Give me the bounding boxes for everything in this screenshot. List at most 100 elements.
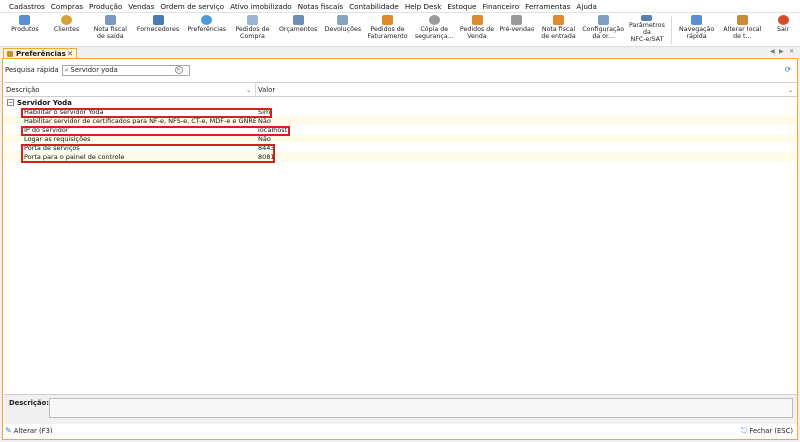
footer-bar: ✎ Alterar (F3) ⎋ Fechar (ESC)	[3, 422, 797, 439]
row-value[interactable]: localhost	[256, 126, 797, 134]
menu-ordem-servico[interactable]: Ordem de serviço	[157, 2, 227, 11]
toolbar-produtos-button[interactable]: Produtos	[4, 13, 46, 47]
menu-ativo-imobilizado[interactable]: Ativo imobilizado	[227, 2, 295, 11]
location-icon	[736, 15, 748, 25]
column-header-descricao[interactable]: Descrição ⌄	[4, 83, 256, 97]
menu-contabilidade[interactable]: Contabilidade	[346, 2, 402, 11]
toolbar-preferencias-button[interactable]: Preferências	[183, 13, 231, 47]
tab-preferencias-label: Preferências	[16, 49, 66, 58]
menu-producao[interactable]: Produção	[86, 2, 125, 11]
table-row[interactable]: Porta de serviços 8443	[4, 143, 797, 152]
row-value[interactable]: Sim	[256, 108, 797, 116]
menu-bar: Cadastros Compras Produção Vendas Ordem …	[0, 0, 800, 13]
table-row[interactable]: Habilitar o servidor Yoda Sim	[4, 107, 797, 116]
quick-search-input[interactable]	[70, 65, 171, 75]
cart-icon	[511, 15, 523, 25]
toolbar-pedidos-venda-label: Pedidos de Venda	[459, 26, 495, 40]
row-description: Habilitar o servidor Yoda	[24, 107, 104, 116]
pencil-icon: ✎	[5, 426, 12, 435]
toolbar-navegacao-button[interactable]: Navegação rápida	[675, 13, 719, 47]
table-row[interactable]: Habilitar servidor de certificados para …	[4, 116, 797, 125]
toolbar-pre-vendas-button[interactable]: Pré-vendas	[497, 13, 537, 47]
menu-vendas[interactable]: Vendas	[125, 2, 157, 11]
sales-order-icon	[471, 15, 483, 25]
toolbar-devolucoes-button[interactable]: Devoluções	[322, 13, 364, 47]
tab-close-icon[interactable]: ✕	[67, 50, 73, 58]
close-button[interactable]: ⎋ Fechar (ESC)	[741, 426, 793, 436]
row-value[interactable]: 8443	[256, 144, 797, 152]
toolbar-fornecedores-label: Fornecedores	[136, 26, 180, 33]
toolbar-pedidos-venda-button[interactable]: Pedidos de Venda	[457, 13, 497, 47]
tab-scroll-left-icon[interactable]: ◀	[770, 48, 775, 55]
column-header-valor-label: Valor	[258, 86, 276, 94]
column-header-descricao-label: Descrição	[6, 86, 40, 94]
purchase-order-icon	[246, 15, 258, 25]
table-row[interactable]: IP do servidor localhost	[4, 125, 797, 134]
toolbar-pre-vendas-label: Pré-vendas	[499, 26, 535, 33]
menu-ajuda[interactable]: Ajuda	[573, 2, 599, 11]
invoice-out-icon	[104, 15, 116, 25]
toolbar-alterar-local-button[interactable]: Alterar local de t...	[719, 13, 767, 47]
toolbar-sair-button[interactable]: Sair	[766, 13, 800, 47]
preferences-grid: Descrição ⌄ Valor ⌄ − Servidor Yoda Habi…	[4, 82, 797, 394]
tab-list-close-icon[interactable]: ✕	[789, 48, 794, 55]
quick-search-box[interactable]: ⌕ ✕	[61, 64, 190, 76]
toolbar-copia-seguranca-button[interactable]: Cópia de segurança...	[411, 13, 457, 47]
chevron-down-icon[interactable]: ⌄	[788, 87, 793, 94]
toolbar-clientes-button[interactable]: Clientes	[46, 13, 88, 47]
toolbar-fornecedores-button[interactable]: Fornecedores	[133, 13, 183, 47]
row-description: Habilitar servidor de certificados para …	[24, 116, 256, 125]
menu-notas-fiscais[interactable]: Notas fiscais	[295, 2, 346, 11]
row-description: Porta para o painel de controle	[24, 152, 125, 161]
quick-search-label: Pesquisa rápida	[5, 66, 59, 74]
search-icon: ⌕	[64, 65, 69, 74]
toolbar-nota-entrada-button[interactable]: Nota fiscal de entrada	[537, 13, 581, 47]
grid-header: Descrição ⌄ Valor ⌄	[4, 83, 797, 97]
toolbar-nota-saida-button[interactable]: Nota fiscal de saída	[87, 13, 133, 47]
description-box	[49, 398, 793, 418]
menu-help-desk[interactable]: Help Desk	[402, 2, 445, 11]
menu-compras[interactable]: Compras	[48, 2, 86, 11]
menu-cadastros[interactable]: Cadastros	[6, 2, 48, 11]
chevron-down-icon[interactable]: ⌄	[246, 87, 251, 94]
toolbar-alterar-local-label: Alterar local de t...	[723, 26, 762, 40]
toolbar-parametros-button[interactable]: Parâmetros da NFC-e/SAT	[626, 13, 668, 47]
settings-icon	[201, 15, 213, 25]
tab-preferencias[interactable]: Preferências ✕	[3, 48, 77, 58]
row-value[interactable]: Não	[256, 117, 797, 125]
collapse-icon[interactable]: −	[7, 99, 14, 106]
tab-strip: Preferências ✕ ◀ ▶ ✕	[0, 47, 800, 58]
preferences-panel: Pesquisa rápida ⌕ ✕ ⟳ Descrição ⌄ Valor …	[2, 58, 798, 440]
group-row-servidor-yoda[interactable]: − Servidor Yoda	[4, 98, 797, 107]
toolbar-orcamentos-button[interactable]: Orçamentos	[274, 13, 322, 47]
toolbar-pedidos-faturamento-button[interactable]: Pedidos de Faturamento	[364, 13, 412, 47]
column-header-valor[interactable]: Valor ⌄	[256, 83, 797, 97]
table-row[interactable]: Logar as requisições Não	[4, 134, 797, 143]
person-icon	[61, 15, 73, 25]
toolbar-clientes-label: Clientes	[53, 26, 80, 33]
close-button-label: Fechar (ESC)	[749, 426, 793, 435]
box-icon	[19, 15, 31, 25]
close-door-icon: ⎋	[741, 425, 748, 435]
menu-financeiro[interactable]: Financeiro	[479, 2, 522, 11]
toolbar-separator	[670, 16, 672, 44]
row-value[interactable]: Não	[256, 135, 797, 143]
clear-search-icon[interactable]: ✕	[174, 66, 183, 74]
toolbar-pedidos-compra-button[interactable]: Pedidos de Compra	[231, 13, 275, 47]
toolbar-nota-entrada-label: Nota fiscal de entrada	[541, 26, 576, 40]
table-row[interactable]: Porta para o painel de controle 8081	[4, 152, 797, 161]
toolbar-devolucoes-label: Devoluções	[324, 26, 362, 33]
toolbar-produtos-label: Produtos	[11, 26, 39, 33]
menu-ferramentas[interactable]: Ferramentas	[522, 2, 573, 11]
description-area: Descrição:	[4, 394, 797, 424]
toolbar-configuracao-button[interactable]: Configuração da or...	[580, 13, 626, 47]
edit-button[interactable]: ✎ Alterar (F3)	[5, 426, 53, 435]
toolbar: Produtos Clientes Nota fiscal de saída F…	[0, 13, 800, 47]
tab-scroll-right-icon[interactable]: ▶	[779, 48, 784, 55]
row-value[interactable]: 8081	[256, 153, 797, 161]
refresh-icon[interactable]: ⟳	[783, 65, 793, 74]
menu-estoque[interactable]: Estoque	[444, 2, 479, 11]
group-label: Servidor Yoda	[17, 98, 72, 107]
navigation-icon	[691, 15, 703, 25]
toolbar-preferencias-label: Preferências	[187, 26, 227, 33]
